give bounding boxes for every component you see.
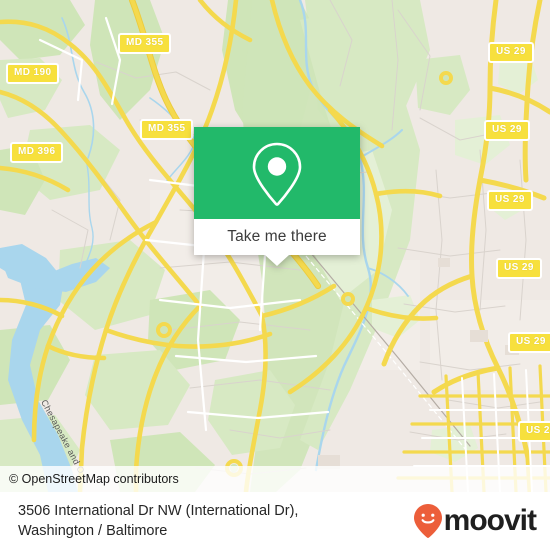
road-shield-us-29-2: US 29 (484, 120, 530, 141)
road-shield-md-355-north: MD 355 (118, 33, 172, 54)
destination-popup-card[interactable]: Take me there (194, 127, 360, 266)
moovit-pin-smile-icon (413, 504, 442, 539)
screen: .park { fill:#cfe5b8; } .park2 { fill:#d… (0, 0, 550, 550)
take-me-there-label: Take me there (227, 228, 327, 245)
popup-cta-area[interactable]: Take me there (194, 219, 360, 266)
address-line-2: Washington / Baltimore (18, 523, 168, 539)
moovit-logo[interactable]: moovit (413, 503, 537, 539)
road-shield-us-29-1: US 29 (488, 42, 534, 63)
road-shield-md-396: MD 396 (10, 142, 64, 163)
footer-bar: 3506 International Dr NW (International … (0, 492, 550, 550)
road-shield-us-29-4: US 29 (496, 258, 542, 279)
road-shield-md-190: MD 190 (6, 63, 60, 84)
popup-pointer-tail (265, 255, 289, 266)
moovit-wordmark: moovit (443, 504, 537, 537)
road-shield-md-355-mid: MD 355 (140, 119, 194, 140)
map-viewport[interactable]: .park { fill:#cfe5b8; } .park2 { fill:#d… (0, 0, 550, 492)
popup-marker-area (194, 127, 360, 219)
road-shield-us-29-6: US 29 (518, 421, 550, 442)
attribution-text: © OpenStreetMap contributors (9, 472, 179, 486)
map-pin-icon (252, 142, 302, 206)
address-block: 3506 International Dr NW (International … (18, 501, 413, 541)
road-shield-us-29-3: US 29 (487, 190, 533, 211)
address-line-1: 3506 International Dr NW (International … (18, 503, 299, 519)
road-shield-us-29-5: US 29 (508, 332, 550, 353)
map-attribution[interactable]: © OpenStreetMap contributors (0, 466, 550, 492)
